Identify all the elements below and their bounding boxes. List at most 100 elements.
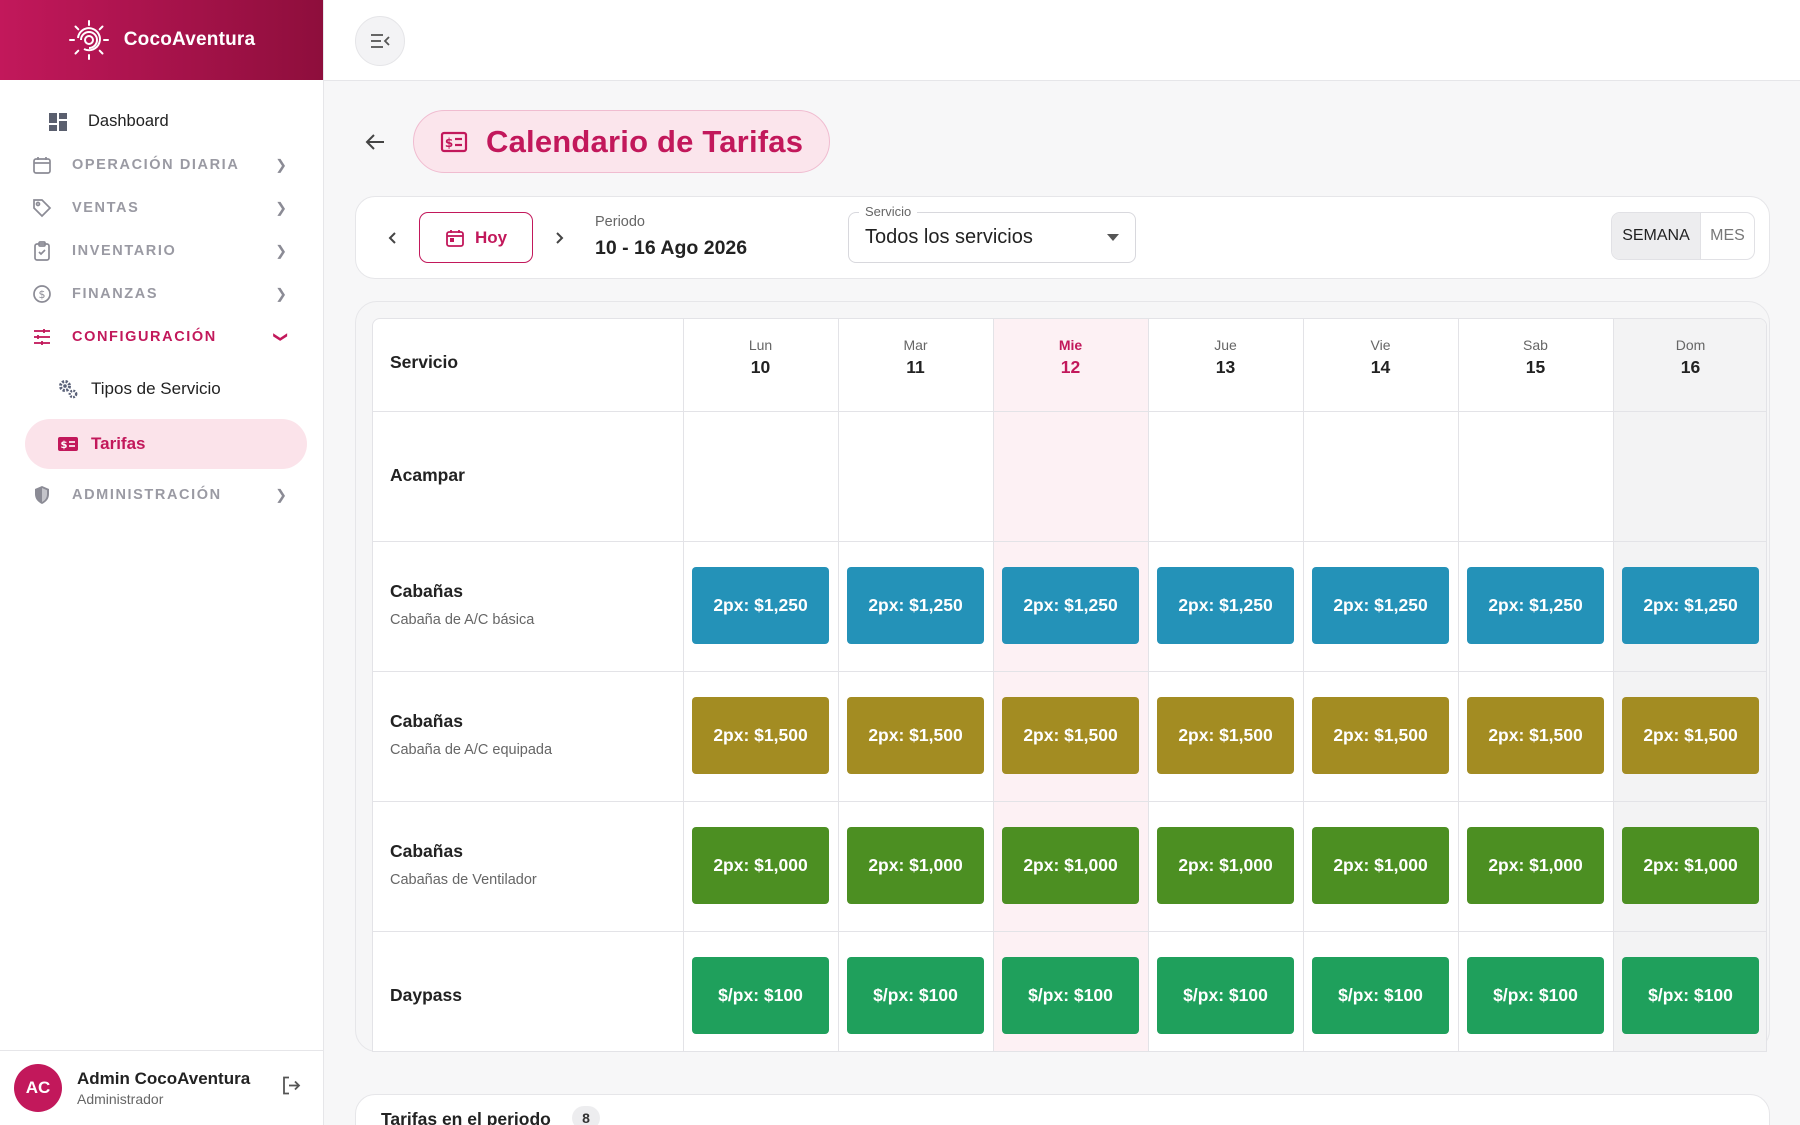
rate-chip[interactable]: $/px: $100 — [1467, 957, 1604, 1034]
sidebar-item-label: VENTAS — [72, 199, 140, 216]
view-toggle: SEMANA MES — [1611, 212, 1755, 260]
rate-chip[interactable]: 2px: $1,500 — [1312, 697, 1449, 774]
calendar-icon — [446, 229, 464, 247]
back-button[interactable] — [355, 122, 395, 162]
rate-chip[interactable]: 2px: $1,000 — [847, 827, 984, 904]
rate-chip[interactable]: 2px: $1,250 — [1622, 567, 1759, 644]
service-name: Cabañas — [390, 711, 463, 731]
dashboard-icon — [48, 112, 68, 132]
svg-text:$: $ — [61, 440, 68, 451]
avatar[interactable]: AC — [14, 1064, 62, 1112]
page-title-pill: $ Calendario de Tarifas — [413, 110, 831, 173]
day-name: Mar — [903, 337, 928, 353]
rate-chip[interactable]: $/px: $100 — [1622, 957, 1759, 1034]
rate-chip[interactable]: 2px: $1,250 — [1312, 567, 1449, 644]
rate-chip[interactable]: 2px: $1,250 — [1002, 567, 1139, 644]
app-name: CocoAventura — [123, 29, 256, 50]
grid-row-divider — [373, 411, 1766, 412]
day-date: 14 — [1370, 357, 1391, 377]
rate-chip[interactable]: 2px: $1,250 — [1467, 567, 1604, 644]
user-profile: AC Admin CocoAventura Administrador — [0, 1050, 324, 1125]
rate-chip[interactable]: 2px: $1,500 — [847, 697, 984, 774]
day-name: Lun — [748, 337, 773, 353]
service-row-label: Cabañas Cabañas de Ventilador — [390, 841, 537, 888]
rate-chip[interactable]: 2px: $1,250 — [1157, 567, 1294, 644]
rate-chip[interactable]: $/px: $100 — [1157, 957, 1294, 1034]
topbar — [324, 0, 1800, 81]
sidebar-item-label: ADMINISTRACIÓN — [72, 486, 222, 503]
dollar-circle-icon: $ — [32, 284, 52, 304]
sidebar-subitem-tarifas[interactable]: $ Tarifas — [25, 419, 307, 469]
rate-chip[interactable]: 2px: $1,000 — [692, 827, 829, 904]
sidebar-item-label: INVENTARIO — [72, 242, 177, 259]
rate-chip[interactable]: 2px: $1,250 — [692, 567, 829, 644]
sidebar-subitem-label: Tipos de Servicio — [91, 379, 221, 398]
day-date: 13 — [1215, 357, 1236, 377]
previous-period-button[interactable] — [376, 221, 410, 255]
day-header: Vie 14 — [1303, 337, 1458, 378]
tag-icon — [32, 198, 52, 218]
rate-chip[interactable]: 2px: $1,000 — [1002, 827, 1139, 904]
rate-chip[interactable]: $/px: $100 — [1002, 957, 1139, 1034]
rate-chip[interactable]: 2px: $1,000 — [1312, 827, 1449, 904]
day-date: 12 — [1060, 357, 1081, 377]
sun-logo-icon — [68, 20, 109, 60]
rate-chip[interactable]: 2px: $1,500 — [1002, 697, 1139, 774]
service-row-label: Acampar — [390, 465, 465, 486]
service-select[interactable]: Servicio Todos los servicios — [848, 204, 1136, 263]
rate-chip[interactable]: $/px: $100 — [847, 957, 984, 1034]
brand-header[interactable]: CocoAventura — [0, 0, 323, 80]
rate-chip[interactable]: $/px: $100 — [1312, 957, 1449, 1034]
rate-card-icon: $ — [57, 433, 79, 455]
grid-column-divider — [1458, 319, 1459, 1051]
period-display: Periodo 10 - 16 Ago 2026 — [595, 214, 747, 260]
service-name: Daypass — [390, 985, 462, 1005]
clipboard-icon — [32, 240, 52, 261]
grid-column-divider — [683, 319, 684, 1051]
day-name: Dom — [1675, 337, 1706, 353]
day-header: Mie 12 — [993, 337, 1148, 378]
sidebar-item-operacion-diaria[interactable]: OPERACIÓN DIARIA ❯ — [0, 143, 323, 186]
sidebar-item-ventas[interactable]: VENTAS ❯ — [0, 186, 323, 229]
menu-collapse-button[interactable] — [355, 16, 405, 66]
day-name: Mie — [1058, 337, 1083, 353]
day-name: Vie — [1370, 337, 1391, 353]
sidebar-item-inventario[interactable]: INVENTARIO ❯ — [0, 229, 323, 272]
day-date: 16 — [1680, 357, 1701, 377]
count-badge: 8 — [572, 1106, 600, 1125]
logout-icon[interactable] — [280, 1075, 302, 1102]
rate-chip[interactable]: 2px: $1,000 — [1157, 827, 1294, 904]
rate-chip[interactable]: 2px: $1,250 — [847, 567, 984, 644]
rate-chip[interactable]: 2px: $1,500 — [1157, 697, 1294, 774]
rate-chip[interactable]: 2px: $1,500 — [1622, 697, 1759, 774]
menu-collapse-icon — [371, 34, 390, 48]
service-row-label: Cabañas Cabaña de A/C básica — [390, 581, 534, 628]
view-month-button[interactable]: MES — [1700, 213, 1754, 259]
rate-chip[interactable]: 2px: $1,000 — [1467, 827, 1604, 904]
sidebar-item-configuracion[interactable]: CONFIGURACIÓN ❯ — [0, 315, 323, 358]
sidebar: CocoAventura Dashboard OPERACIÓN DIARIA … — [0, 0, 324, 1125]
chevron-right-icon: ❯ — [275, 242, 287, 258]
svg-text:$: $ — [39, 288, 46, 301]
grid-row-divider — [373, 931, 1766, 932]
next-period-button[interactable] — [542, 221, 576, 255]
sidebar-subitem-tipos-de-servicio[interactable]: Tipos de Servicio — [25, 364, 307, 414]
grid-column-divider — [838, 319, 839, 1051]
rate-chip[interactable]: 2px: $1,000 — [1622, 827, 1759, 904]
rate-chip[interactable]: 2px: $1,500 — [692, 697, 829, 774]
sidebar-item-label: Dashboard — [88, 112, 169, 130]
sidebar-item-finanzas[interactable]: $ FINANZAS ❯ — [0, 272, 323, 315]
user-role: Administrador — [77, 1091, 164, 1107]
sidebar-nav: Dashboard OPERACIÓN DIARIA ❯ VENTAS ❯ IN… — [0, 80, 323, 516]
sidebar-item-dashboard[interactable]: Dashboard — [0, 100, 323, 143]
grid-column-divider — [1303, 319, 1304, 1051]
rate-chip[interactable]: $/px: $100 — [692, 957, 829, 1034]
period-value: 10 - 16 Ago 2026 — [595, 237, 748, 259]
view-week-button[interactable]: SEMANA — [1612, 213, 1700, 259]
service-subtitle: Cabaña de A/C básica — [390, 612, 535, 628]
today-button[interactable]: Hoy — [419, 212, 533, 263]
calendar-toolbar: Hoy Periodo 10 - 16 Ago 2026 Servicio To… — [355, 196, 1770, 279]
rate-chip[interactable]: 2px: $1,500 — [1467, 697, 1604, 774]
sidebar-item-administracion[interactable]: ADMINISTRACIÓN ❯ — [0, 473, 323, 516]
chevron-right-icon: ❯ — [275, 486, 287, 502]
